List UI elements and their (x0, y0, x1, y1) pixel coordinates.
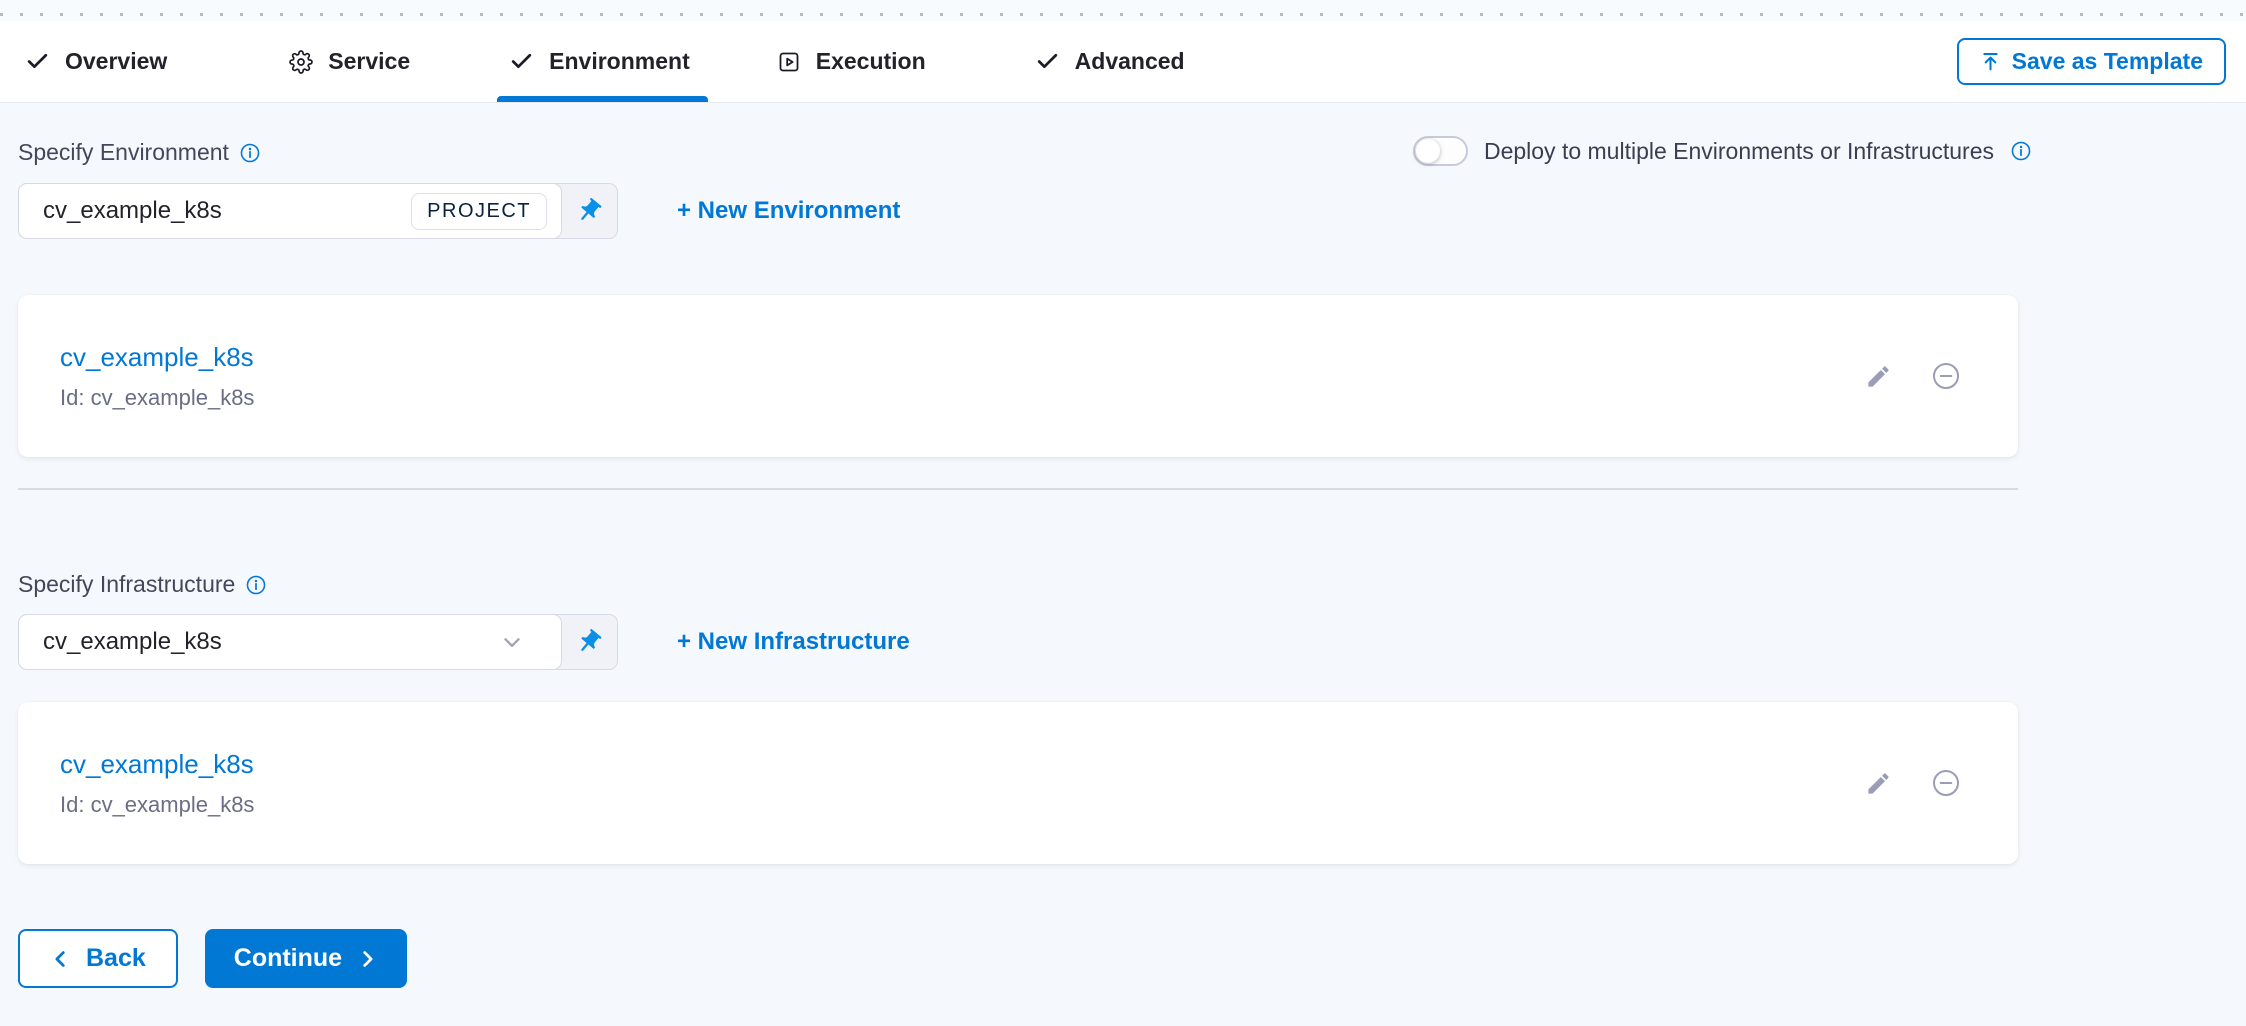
pin-button[interactable] (561, 184, 617, 238)
infrastructure-select-group: cv_example_k8s (18, 614, 618, 670)
check-icon (509, 49, 534, 74)
edit-infrastructure-button[interactable] (1865, 770, 1892, 797)
tab-service[interactable]: Service (289, 21, 410, 102)
info-icon[interactable] (245, 574, 267, 596)
tab-label: Environment (549, 48, 690, 75)
play-box-icon (777, 50, 801, 74)
infrastructure-select-value[interactable]: cv_example_k8s (43, 628, 489, 656)
back-button[interactable]: Back (18, 929, 178, 988)
environment-card-id: Id: cv_example_k8s (60, 385, 1865, 411)
specify-environment-text: Specify Environment (18, 139, 229, 166)
circle-minus-icon (1930, 767, 1962, 799)
multi-environment-toggle-label: Deploy to multiple Environments or Infra… (1484, 138, 1994, 165)
section-divider (18, 488, 2018, 490)
environment-input-value[interactable]: cv_example_k8s (43, 197, 401, 225)
specify-infrastructure-text: Specify Infrastructure (18, 571, 235, 598)
pushpin-icon (575, 197, 603, 225)
new-environment-link[interactable]: + New Environment (677, 197, 900, 225)
tabbar-spacer (1185, 21, 1957, 102)
continue-button[interactable]: Continue (205, 929, 407, 988)
save-as-template-button[interactable]: Save as Template (1957, 38, 2226, 85)
tab-advanced[interactable]: Advanced (1035, 21, 1185, 102)
tab-environment[interactable]: Environment (509, 21, 690, 102)
continue-label: Continue (234, 944, 342, 973)
info-icon[interactable] (239, 142, 261, 164)
environment-card: cv_example_k8s Id: cv_example_k8s (18, 295, 2018, 457)
tab-label: Advanced (1075, 48, 1185, 75)
infrastructure-card-id: Id: cv_example_k8s (60, 792, 1865, 818)
gear-icon (289, 50, 313, 74)
pushpin-icon (575, 628, 603, 656)
circle-minus-icon (1930, 360, 1962, 392)
tab-label: Execution (816, 48, 926, 75)
infrastructure-card-title-link[interactable]: cv_example_k8s (60, 749, 1865, 780)
tab-overview[interactable]: Overview (25, 21, 167, 102)
pencil-icon (1865, 363, 1892, 390)
scope-badge: PROJECT (411, 193, 547, 230)
toggle-knob (1416, 139, 1440, 163)
edit-environment-button[interactable] (1865, 363, 1892, 390)
pencil-icon (1865, 770, 1892, 797)
infrastructure-card: cv_example_k8s Id: cv_example_k8s (18, 702, 2018, 864)
environment-input[interactable]: cv_example_k8s PROJECT (18, 183, 562, 239)
chevron-left-icon (50, 948, 72, 970)
pipeline-stage-tabbar: Overview Service Environment Execution A… (0, 21, 2246, 103)
new-infrastructure-link[interactable]: + New Infrastructure (677, 628, 910, 656)
chevron-right-icon (356, 948, 378, 970)
environment-stage-content: Specify Environment Deploy to multiple E… (0, 103, 2246, 1019)
infrastructure-select[interactable]: cv_example_k8s (18, 614, 562, 670)
check-icon (25, 49, 50, 74)
specify-environment-label: Specify Environment (18, 139, 261, 166)
upload-icon (1980, 51, 2001, 72)
tab-label: Service (328, 48, 410, 75)
specify-infrastructure-label: Specify Infrastructure (18, 571, 267, 598)
remove-infrastructure-button[interactable] (1930, 767, 1962, 799)
tab-label: Overview (65, 48, 167, 75)
save-as-template-label: Save as Template (2012, 48, 2203, 75)
check-icon (1035, 49, 1060, 74)
tab-execution[interactable]: Execution (777, 21, 926, 102)
remove-environment-button[interactable] (1930, 360, 1962, 392)
chevron-down-icon (499, 629, 525, 655)
pin-button[interactable] (561, 615, 617, 669)
environment-input-group: cv_example_k8s PROJECT (18, 183, 618, 239)
environment-card-title-link[interactable]: cv_example_k8s (60, 342, 1865, 373)
info-icon[interactable] (2010, 140, 2032, 162)
dotted-line (0, 13, 2246, 16)
back-label: Back (86, 944, 146, 973)
multi-environment-toggle[interactable] (1413, 136, 1468, 166)
top-dotted-divider (0, 0, 2246, 21)
